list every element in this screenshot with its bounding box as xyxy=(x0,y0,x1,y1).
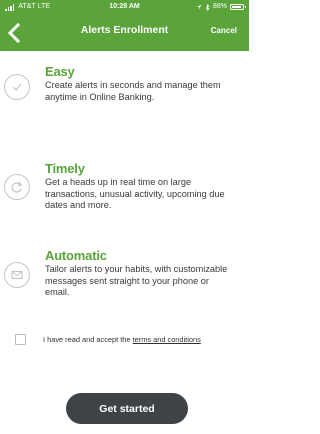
nav-bar: Alerts Enrollment Cancel xyxy=(0,14,249,51)
feature-description: Get a heads up in real time on large tra… xyxy=(45,177,225,210)
feature-description: Tailor alerts to your habits, with custo… xyxy=(45,264,228,297)
location-arrow-icon xyxy=(196,4,202,10)
cancel-button[interactable]: Cancel xyxy=(211,26,237,35)
check-circle-icon xyxy=(4,74,30,100)
feature-description: Create alerts in seconds and manage them… xyxy=(45,80,221,102)
bluetooth-icon xyxy=(205,3,210,11)
accept-terms-checkbox[interactable] xyxy=(15,334,26,345)
status-bar: AT&T LTE 10:28 AM 88% xyxy=(0,0,249,14)
battery-percent: 88% xyxy=(212,3,227,10)
terms-link[interactable]: terms and conditions xyxy=(133,335,201,344)
app-header: AT&T LTE 10:28 AM 88% Alerts Enrollment … xyxy=(0,0,249,51)
status-right: 88% xyxy=(196,0,246,14)
accept-terms-row: I have read and accept the terms and con… xyxy=(0,333,249,347)
feature-title: Automatic xyxy=(45,248,107,263)
get-started-button[interactable]: Get started xyxy=(66,393,188,424)
accept-text: I have read and accept the xyxy=(43,335,133,344)
accept-terms-label: I have read and accept the terms and con… xyxy=(43,335,201,344)
battery-icon xyxy=(230,4,246,10)
refresh-circle-icon xyxy=(4,174,30,200)
feature-title: Timely xyxy=(45,161,85,176)
feature-title: Easy xyxy=(45,64,75,79)
envelope-circle-icon xyxy=(4,262,30,288)
